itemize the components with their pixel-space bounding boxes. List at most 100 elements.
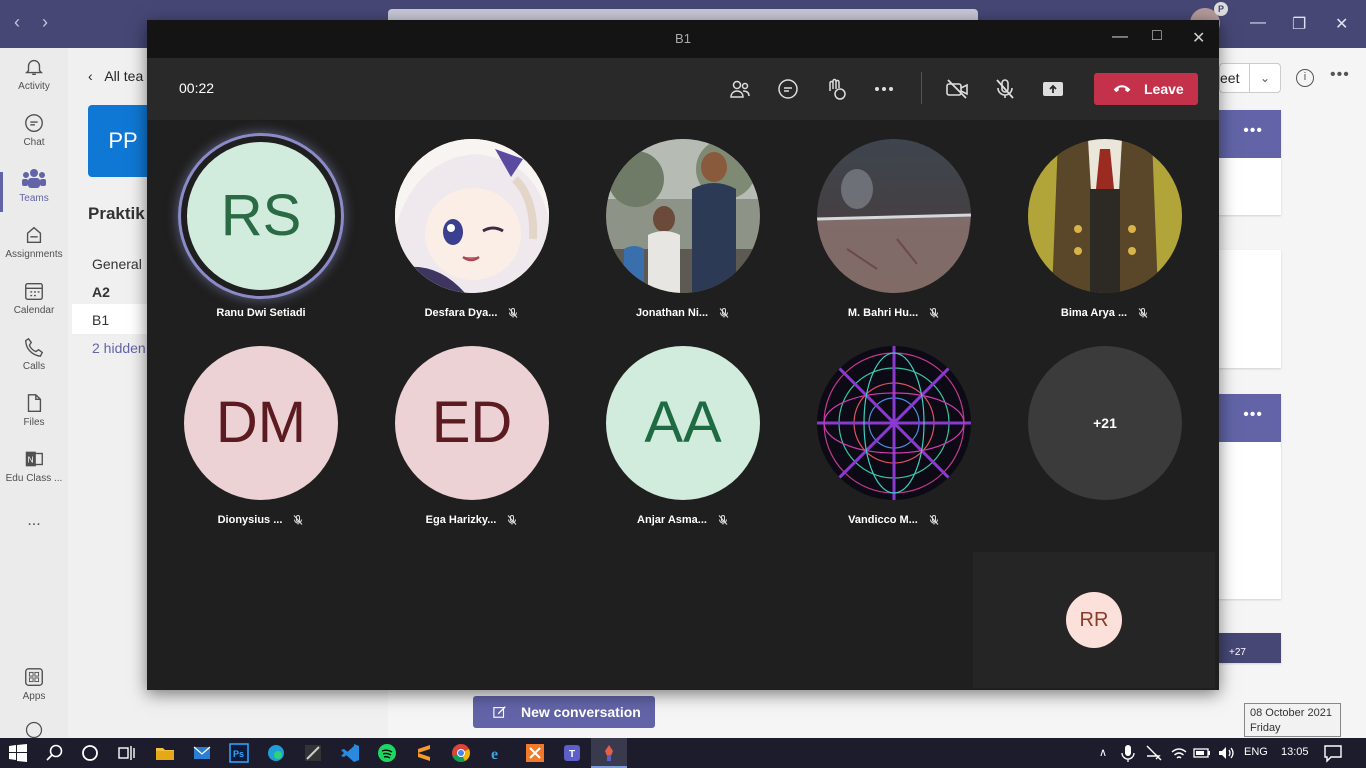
mic-muted-icon <box>929 308 939 318</box>
participant-name-text: M. Bahri Hu... <box>847 307 919 319</box>
participant-tile[interactable]: RS Ranu Dwi Setiadi <box>178 133 344 323</box>
language-indicator[interactable]: ENG <box>1244 746 1268 758</box>
rail-activity[interactable]: Activity <box>0 56 68 106</box>
windows-start-icon[interactable] <box>8 743 28 763</box>
rail-label: Teams <box>19 193 49 204</box>
sublime-icon[interactable] <box>414 743 434 763</box>
participant-tile[interactable]: Jonathan Ni... <box>606 139 760 323</box>
rail-calls[interactable]: Calls <box>0 336 68 386</box>
leave-button[interactable]: Leave <box>1094 73 1198 105</box>
search-icon[interactable] <box>45 743 65 763</box>
rail-teams[interactable]: Teams <box>0 168 68 218</box>
avatar-initials: ED <box>431 390 513 455</box>
toolbar-divider <box>921 72 922 104</box>
channel-general[interactable]: General <box>92 256 142 272</box>
teams-meeting-icon[interactable] <box>599 743 619 763</box>
chrome-icon[interactable] <box>451 743 471 763</box>
share-screen-icon[interactable] <box>1041 77 1065 101</box>
battery-icon[interactable] <box>1193 745 1211 761</box>
participant-tile[interactable]: DM Dionysius ... <box>184 346 338 530</box>
more-actions-icon[interactable] <box>872 77 896 101</box>
post-card-header: ••• <box>1219 394 1281 442</box>
mic-off-icon[interactable] <box>993 77 1017 101</box>
avatar-initials: RS <box>220 183 302 248</box>
participants-icon[interactable] <box>728 77 752 101</box>
participant-tile[interactable]: Desfara Dya... <box>395 139 549 323</box>
participant-tile[interactable]: ED Ega Harizky... <box>395 346 549 530</box>
cortana-icon[interactable] <box>80 743 100 763</box>
self-view: RR <box>973 552 1215 688</box>
rail-more-icon[interactable]: ... <box>0 512 68 562</box>
team-name: Praktik <box>88 204 145 223</box>
ie-icon[interactable]: e <box>488 743 508 763</box>
participant-tile[interactable]: Vandicco M... <box>817 346 971 530</box>
maximize-icon[interactable]: □ <box>1152 27 1162 45</box>
rail-apps[interactable]: Apps <box>0 666 68 716</box>
photoshop-icon[interactable]: Ps <box>229 743 249 763</box>
assignments-icon <box>26 226 42 244</box>
sync-off-icon[interactable] <box>1145 744 1163 762</box>
clock[interactable]: 13:05 <box>1281 746 1309 758</box>
notification-icon[interactable] <box>1323 743 1343 763</box>
participant-tile[interactable]: AA Anjar Asma... <box>606 346 760 530</box>
self-avatar: RR <box>1066 592 1122 648</box>
file-explorer-icon[interactable] <box>155 743 175 763</box>
channel-a2[interactable]: A2 <box>92 284 110 300</box>
meeting-toolbar: 00:22 Leave <box>147 58 1219 120</box>
microphone-icon[interactable] <box>1120 744 1136 762</box>
meet-dropdown-icon[interactable]: ⌄ <box>1249 63 1281 93</box>
forward-arrow-icon[interactable]: › <box>42 12 48 33</box>
more-icon[interactable]: ••• <box>1243 122 1263 140</box>
close-icon[interactable]: ✕ <box>1335 14 1348 34</box>
participant-name-text: Bima Arya ... <box>1060 307 1128 319</box>
reactions-icon[interactable] <box>824 77 848 101</box>
more-icon[interactable]: ••• <box>1243 406 1263 424</box>
post-card-header: ••• <box>1219 110 1281 158</box>
xampp-icon[interactable] <box>525 743 545 763</box>
spotify-icon[interactable] <box>377 743 397 763</box>
post-card: +27 <box>1219 633 1281 663</box>
rail-chat[interactable]: Chat <box>0 112 68 162</box>
minimize-icon[interactable]: — <box>1250 14 1266 32</box>
meeting-timer: 00:22 <box>179 80 215 96</box>
minimize-icon[interactable]: — <box>1112 28 1128 46</box>
post-card: ••• <box>1219 110 1281 215</box>
rail-label: Files <box>23 417 45 428</box>
tray-chevron-icon[interactable]: ∧ <box>1099 746 1107 759</box>
svg-text:T: T <box>569 749 575 760</box>
participant-name-text: Vandicco M... <box>848 514 918 526</box>
avatar-initials: DM <box>215 390 307 455</box>
more-options-icon[interactable]: ••• <box>1330 66 1350 84</box>
hidden-channels-link[interactable]: 2 hidden <box>92 340 146 356</box>
anime-avatar-icon <box>395 139 549 293</box>
participant-tile[interactable]: Bima Arya ... <box>1028 139 1182 323</box>
rail-label: Activity <box>18 81 50 92</box>
participant-tile[interactable]: M. Bahri Hu... <box>817 139 971 323</box>
rail-label: Calendar <box>13 305 55 316</box>
new-conversation-button[interactable]: New conversation <box>473 696 655 728</box>
vscode-icon[interactable] <box>340 743 360 763</box>
info-icon[interactable]: i <box>1296 69 1314 87</box>
teams-app-icon[interactable]: T <box>562 743 582 763</box>
taskbar: Ps e T ∧ ENG 13:05 <box>0 738 1366 768</box>
restore-icon[interactable]: ❐ <box>1292 14 1306 34</box>
camera-off-icon[interactable] <box>945 77 969 101</box>
edge-icon[interactable] <box>266 743 286 763</box>
game-app-icon[interactable] <box>303 743 323 763</box>
chat-icon[interactable] <box>776 77 800 101</box>
task-view-icon[interactable] <box>116 743 136 763</box>
all-teams-link[interactable]: ‹ All tea <box>88 68 143 84</box>
volume-icon[interactable] <box>1217 744 1235 762</box>
back-arrow-icon[interactable]: ‹ <box>14 12 20 33</box>
participant-name: Anjar Asma... <box>606 514 760 530</box>
overflow-participants-tile[interactable]: +21 <box>1028 346 1182 500</box>
rail-files[interactable]: Files <box>0 392 68 442</box>
mail-icon[interactable] <box>192 743 212 763</box>
meeting-title: B1 <box>675 31 691 46</box>
rail-calendar[interactable]: Calendar <box>0 280 68 330</box>
close-icon[interactable]: ✕ <box>1192 28 1205 48</box>
wifi-icon[interactable] <box>1170 744 1188 762</box>
channel-b1[interactable]: B1 <box>92 312 109 328</box>
rail-edu-class[interactable]: N Edu Class ... <box>0 448 68 498</box>
rail-assignments[interactable]: Assignments <box>0 224 68 274</box>
